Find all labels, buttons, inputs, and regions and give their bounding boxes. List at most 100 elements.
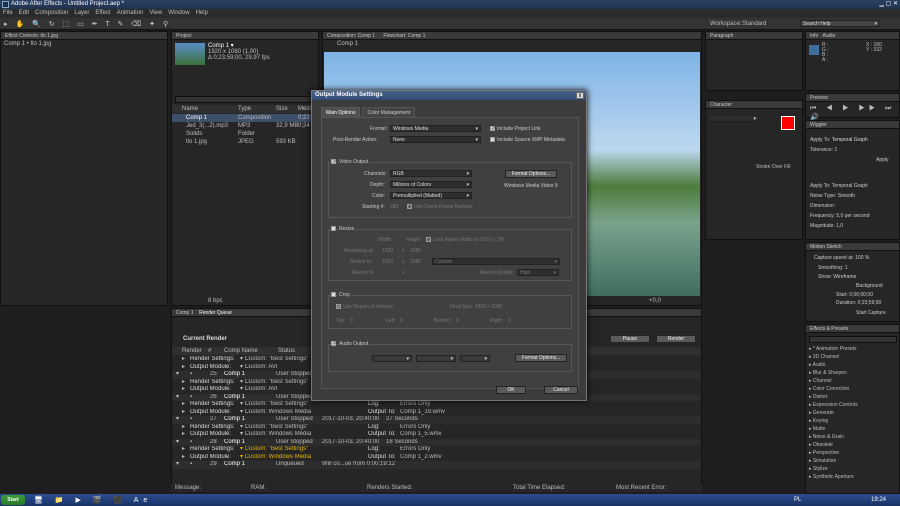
crop-left-field[interactable]: 0 [400,318,403,324]
menu-layer[interactable]: Layer [74,10,89,16]
viewer-zoom[interactable]: +0,0 [649,298,661,304]
format-options-button[interactable]: Format Options... [505,170,557,178]
effect-category[interactable]: ▸ Blur & Sharpen [809,369,897,377]
project-bpc[interactable]: 8 bpc [208,298,223,304]
ok-button[interactable]: OK [496,386,526,394]
effect-category[interactable]: ▸ 3D Channel [809,353,897,361]
include-xmp-checkbox[interactable] [490,137,495,142]
tab-info[interactable]: Info [810,33,818,39]
window-controls[interactable]: ▁ ▢ ✕ [879,0,898,9]
resize-width-field[interactable]: 1920 [382,259,393,265]
effect-category[interactable]: ▸ Synthetic Aperture [809,473,897,481]
lock-aspect-checkbox[interactable]: ✓ [426,237,431,243]
render-queue-item[interactable]: ▾ ▪ 29 Comp 1 Unqueued Will co...ue from 0:00… [172,461,701,469]
pause-button[interactable]: Pause [610,335,650,343]
resize-height-field[interactable]: 1080 [410,259,421,265]
tab-character[interactable]: Character [706,101,802,109]
effect-category[interactable]: ▸ Simulation [809,457,897,465]
effect-category[interactable]: ▸ Color Correction [809,385,897,393]
menu-help[interactable]: Help [196,10,208,16]
tab-preview[interactable]: Preview [806,94,899,102]
tab-main-options[interactable]: Main Options [321,107,361,117]
effect-category[interactable]: ▸ Perspective [809,449,897,457]
tab-motion-sketch[interactable]: Motion Sketch [806,243,899,251]
post-render-action-select[interactable]: None [390,136,481,143]
include-project-link-checkbox[interactable]: ✓ [490,126,495,132]
language-indicator[interactable]: PL [794,497,801,503]
effect-category[interactable]: ▸ Audio [809,361,897,369]
effects-search[interactable] [809,336,897,343]
project-item[interactable]: Jed_3(...2).mp3 MP3 32,9 MB 0;24 [172,122,318,130]
tab-audio[interactable]: Audio [823,33,836,39]
tab-composition[interactable]: Composition: Comp 1 [327,33,375,39]
audio-output-checkbox[interactable]: ✓ [331,341,336,347]
crop-right-field[interactable]: 0 [508,318,511,324]
render-queue-item[interactable]: ▾ ▪ 27 Comp 1 User Stopped 2017-10-03, 20:40:… [172,416,701,424]
audio-rate-select[interactable] [372,355,412,362]
crop-top-field[interactable]: 0 [350,318,353,324]
tab-color-management[interactable]: Color Management [362,107,415,117]
workspace-select[interactable]: Standard [742,21,766,27]
start-capture-button[interactable]: Start Capture [856,310,886,316]
tab-comp1[interactable]: Comp 1 [176,310,194,316]
video-output-checkbox[interactable]: ✓ [331,159,336,165]
menu-window[interactable]: Window [168,10,189,16]
menu-animation[interactable]: Animation [117,10,144,16]
render-queue-item[interactable]: ▾ ▪ 28 Comp 1 User Stopped 2017-10-03, 20:40:… [172,438,701,446]
depth-select[interactable]: Millions of Colors [390,181,472,188]
effect-category[interactable]: ▸ * Animation Presets [809,345,897,353]
resize-checkbox[interactable] [331,226,336,231]
effect-category[interactable]: ▸ Matte [809,425,897,433]
resize-quality-select[interactable]: High [517,269,559,276]
tab-effect-controls[interactable]: Effect Controls: tlo 1.jpg [1,32,167,40]
search-help-input[interactable]: Search Help [800,20,880,27]
effect-category[interactable]: ▸ Stylize [809,465,897,473]
audio-format-options-button[interactable]: Format Options... [515,354,567,362]
starting-number-field[interactable]: 283 [390,204,398,210]
menu-edit[interactable]: Edit [19,10,29,16]
crop-bottom-field[interactable]: 0 [456,318,459,324]
menu-composition[interactable]: Composition [35,10,68,16]
render-button[interactable]: Render [656,335,696,343]
taskbar-app-icons[interactable]: 🖥 📁 ▶ 🎬 ⬛ Ae [34,496,152,504]
audio-channels-select[interactable] [460,355,490,362]
stroke-over-fill-select[interactable]: Stroke Over Fill [756,164,790,170]
format-select[interactable]: Windows Media [390,125,481,132]
channels-select[interactable]: RGB [390,170,472,177]
tool-icons[interactable]: ▸ ✋ 🔍 ↻ ⬚ ▭ ✒ T ✎ ⌫ ✦ ⚲ [4,20,171,28]
use-comp-frame-checkbox[interactable]: ✓ [407,204,412,210]
effect-category[interactable]: ▸ Obsolete [809,441,897,449]
effect-category[interactable]: ▸ Keying [809,417,897,425]
use-roi-checkbox[interactable] [336,304,341,309]
effect-category[interactable]: ▸ Distort [809,393,897,401]
tab-wiggler[interactable]: Wiggler [806,121,899,129]
project-item[interactable]: Solids Folder [172,130,318,138]
font-select[interactable] [709,115,759,122]
tab-render-queue[interactable]: Render Queue [199,310,232,316]
menu-effect[interactable]: Effect [95,10,110,16]
effect-category[interactable]: ▸ Noise & Grain [809,433,897,441]
start-button[interactable]: Start [1,495,25,505]
effect-category[interactable]: ▸ Channel [809,377,897,385]
menu-file[interactable]: File [3,10,13,16]
tab-paragraph[interactable]: Paragraph [706,32,802,40]
resize-preset-select[interactable]: Custom [432,258,560,265]
color-select[interactable]: Premultiplied (Matted) [390,192,472,199]
audio-bits-select[interactable] [416,355,456,362]
info-panel: Info Audio R :G :B :A : X : 180 Y : 332 [805,31,900,91]
close-icon[interactable]: x [576,92,584,99]
menu-view[interactable]: View [149,10,162,16]
project-item[interactable]: tlo 1.jpg JPEG 593 KB [172,138,318,146]
effect-category[interactable]: ▸ Generate [809,409,897,417]
preview-controls[interactable]: ⏮ ◀ ▶ ▶▶ ⏭ 🔊 [810,105,899,121]
cancel-button[interactable]: Cancel [544,386,578,394]
apply-button[interactable]: Apply [876,157,889,163]
project-search[interactable] [175,96,315,103]
tab-flowchart[interactable]: Flowchart: Comp 1 [383,33,425,39]
effect-category[interactable]: ▸ Expression Controls [809,401,897,409]
fill-color-swatch[interactable] [781,116,795,130]
tab-project[interactable]: Project [172,32,318,40]
tab-effects-presets[interactable]: Effects & Presets [806,325,899,333]
crop-checkbox[interactable] [331,292,336,297]
project-item[interactable]: Comp 1 Composition 0;23 [172,114,318,122]
